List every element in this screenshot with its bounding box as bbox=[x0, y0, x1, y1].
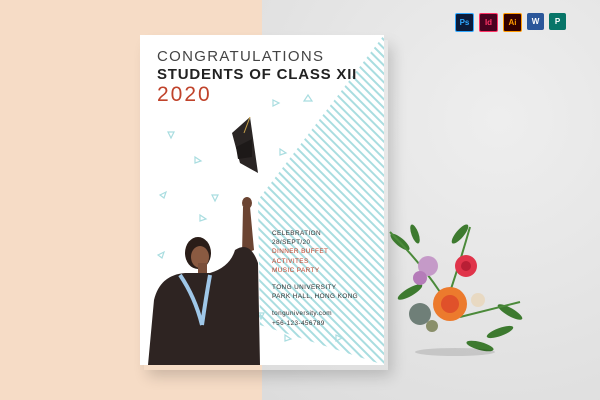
publisher-icon: P bbox=[549, 13, 566, 30]
indesign-icon-label: Id bbox=[484, 18, 493, 27]
venue-line: TONG UNIVERSITY bbox=[272, 284, 337, 292]
flying-cap bbox=[232, 116, 258, 173]
event-item: ACTIVITES bbox=[272, 257, 309, 265]
photoshop-icon: Ps bbox=[455, 13, 474, 32]
flyer-year: 2020 bbox=[157, 83, 212, 106]
event-item: DINNER BUFFET bbox=[272, 248, 329, 256]
app-icons-row: Ps Id Ai W P bbox=[455, 13, 566, 32]
graduation-flyer: CONGRATULATIONS STUDENTS OF CLASS XII 20… bbox=[140, 35, 384, 365]
event-info: CELEBRATION 28/SEPT/20 DINNER BUFFET ACT… bbox=[272, 229, 358, 328]
publisher-icon-label: P bbox=[554, 17, 561, 26]
flyer-heading: STUDENTS OF CLASS XII bbox=[157, 66, 358, 83]
word-icon: W bbox=[527, 13, 544, 30]
flower-bouquet bbox=[389, 224, 523, 356]
photoshop-icon-label: Ps bbox=[459, 18, 470, 27]
website-text: tonguniversity.com bbox=[272, 310, 333, 318]
celebration-label: CELEBRATION bbox=[272, 230, 322, 237]
graduate-figure bbox=[148, 197, 260, 365]
venue-line: PARK HALL, HONG KONG bbox=[272, 293, 359, 301]
indesign-icon: Id bbox=[479, 13, 498, 32]
illustrator-icon-label: Ai bbox=[508, 18, 517, 27]
flyer-congratulations: CONGRATULATIONS bbox=[157, 48, 325, 65]
word-icon-label: W bbox=[531, 17, 540, 26]
phone-text: +56-123-456789 bbox=[272, 319, 325, 327]
event-date: 28/SEPT/20 bbox=[272, 239, 311, 247]
event-item: MUSIC PARTY bbox=[272, 266, 320, 274]
illustrator-icon: Ai bbox=[503, 13, 522, 32]
